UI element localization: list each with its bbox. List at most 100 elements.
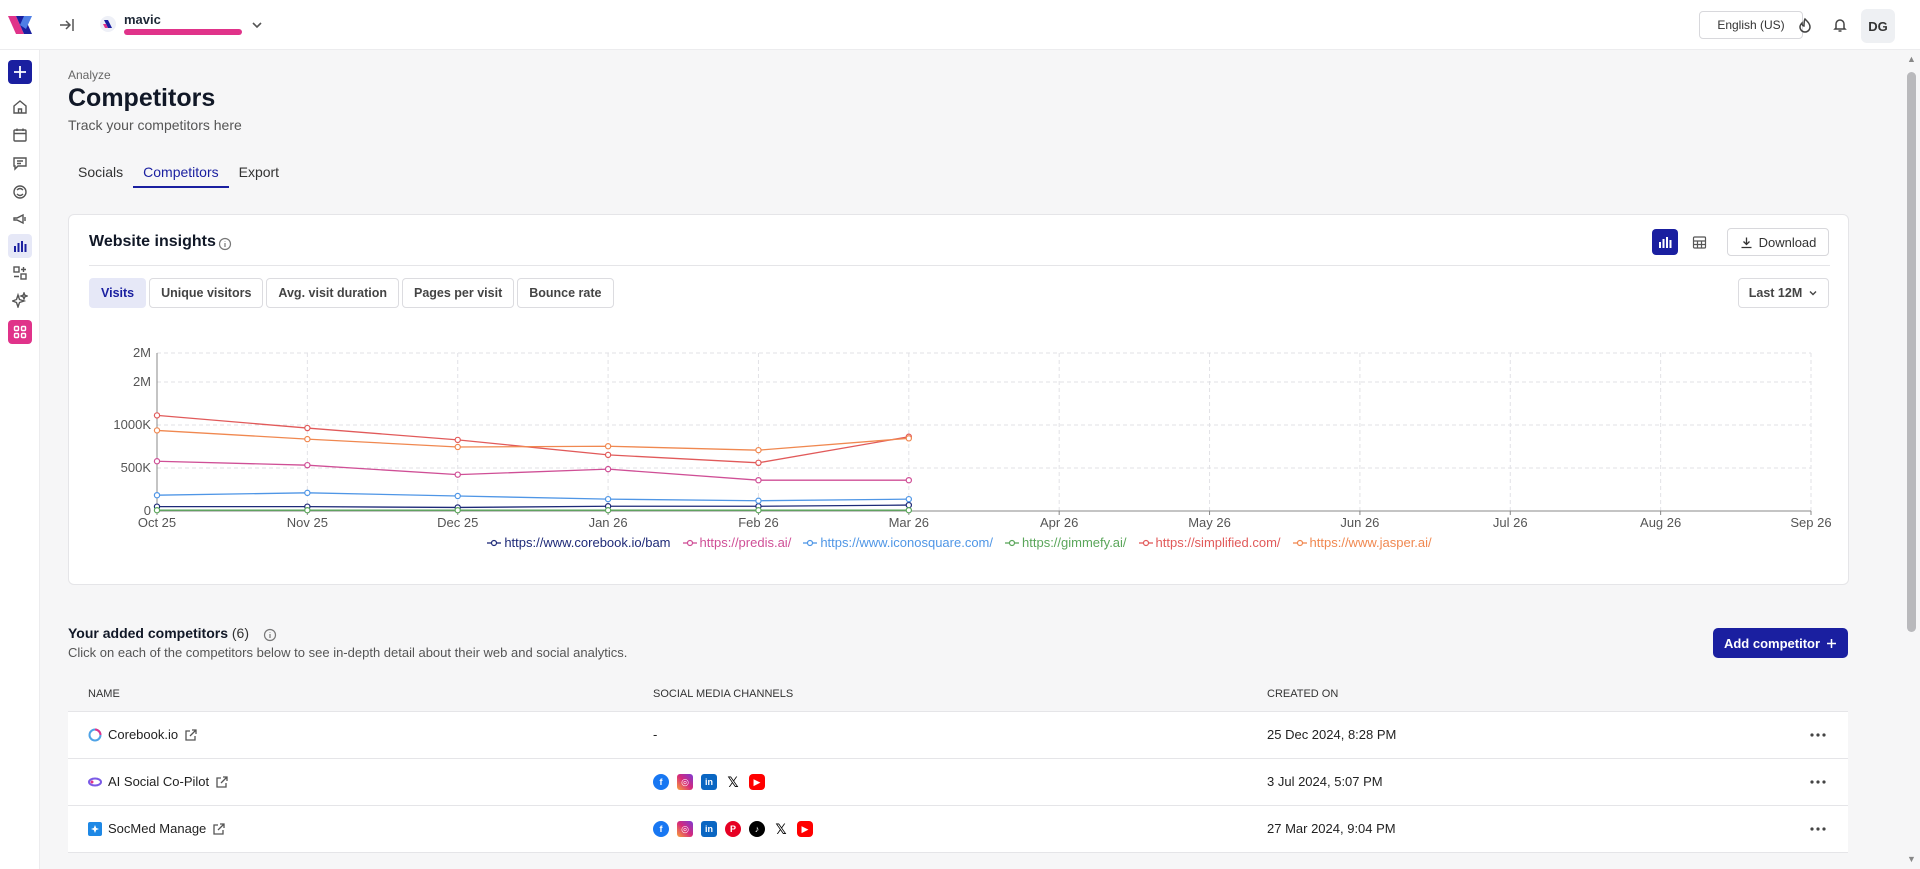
youtube-icon[interactable]: ▶ [797, 821, 813, 837]
ai-sparkle-icon[interactable] [8, 288, 32, 312]
legend-marker-icon [1138, 539, 1153, 546]
instagram-icon[interactable]: ◎ [677, 821, 693, 837]
date-range-dropdown[interactable]: Last 12M [1738, 278, 1829, 308]
data-point [905, 495, 913, 503]
chevron-down-icon[interactable] [250, 18, 264, 32]
more-options-icon[interactable] [1808, 773, 1828, 791]
info-icon[interactable] [218, 237, 232, 251]
collapse-sidebar-icon[interactable] [58, 16, 76, 34]
page-scrollbar[interactable]: ▲ ▼ [1903, 50, 1920, 869]
series-line [156, 429, 909, 451]
table-row[interactable]: Corebook.io - 25 Dec 2024, 8:28 PM [68, 712, 1848, 759]
more-options-icon[interactable] [1808, 820, 1828, 838]
y-tick-label: 2M [133, 345, 151, 360]
breadcrumb[interactable]: Analyze [68, 68, 111, 82]
notification-bell-icon[interactable] [1830, 15, 1850, 35]
metric-visits[interactable]: Visits [89, 278, 147, 308]
chevron-down-icon [1809, 291, 1817, 296]
info-icon[interactable] [263, 628, 277, 642]
metric-avg-visit-duration[interactable]: Avg. visit duration [266, 278, 399, 308]
table-row[interactable]: SocMed Manage f ◎ in P ♪ 𝕏 ▶ 27 Mar 2024… [68, 806, 1848, 853]
scroll-up-icon[interactable]: ▲ [1907, 54, 1916, 64]
scroll-down-icon[interactable]: ▼ [1907, 854, 1916, 864]
language-selector[interactable]: English (US) [1699, 11, 1803, 39]
table-view-button[interactable] [1686, 229, 1712, 255]
campaigns-icon[interactable] [8, 207, 32, 231]
workspace-name[interactable]: mavic [124, 12, 161, 27]
pinterest-icon[interactable]: P [725, 821, 741, 837]
data-point [905, 501, 913, 509]
listening-icon[interactable] [8, 180, 32, 204]
tab-export[interactable]: Export [229, 160, 289, 188]
external-link-icon[interactable] [215, 775, 229, 789]
data-point [604, 507, 612, 514]
external-link-icon[interactable] [184, 728, 198, 742]
tab-socials[interactable]: Socials [68, 160, 133, 188]
column-header-created[interactable]: Created on [1267, 688, 1338, 700]
external-link-icon[interactable] [212, 822, 226, 836]
data-point [755, 459, 762, 467]
facebook-icon[interactable]: f [653, 774, 669, 790]
add-competitor-button[interactable]: Add competitor [1713, 628, 1848, 658]
home-icon[interactable] [8, 95, 32, 119]
data-point [153, 427, 161, 434]
create-new-button[interactable] [8, 60, 32, 84]
competitor-name[interactable]: Corebook.io [108, 727, 178, 742]
metric-unique-visitors[interactable]: Unique visitors [149, 278, 264, 308]
app-logo-icon[interactable] [6, 12, 34, 38]
legend-item[interactable]: https://simplified.com/ [1138, 535, 1281, 550]
data-point [905, 507, 913, 514]
socmed-logo-icon [88, 821, 102, 836]
ai-copilot-logo-icon [88, 777, 102, 786]
legend-item[interactable]: https://www.corebook.io/bam [487, 535, 671, 550]
integrations-icon[interactable] [8, 261, 32, 285]
card-divider [89, 265, 1830, 266]
created-on-cell: 3 Jul 2024, 5:07 PM [1267, 774, 1383, 789]
created-on-cell: 27 Mar 2024, 9:04 PM [1267, 821, 1396, 836]
tiktok-icon[interactable]: ♪ [749, 821, 765, 837]
series-line [156, 414, 909, 464]
analytics-icon[interactable] [8, 234, 32, 258]
legend-marker-icon [682, 539, 697, 546]
metric-pages-per-visit[interactable]: Pages per visit [402, 278, 515, 308]
streak-flame-icon[interactable] [1795, 15, 1815, 35]
x-tick-label: Mar 26 [889, 515, 929, 530]
table-row[interactable]: AI Social Co-Pilot f ◎ in 𝕏 ▶ 3 Jul 2024… [68, 759, 1848, 806]
facebook-icon[interactable]: f [653, 821, 669, 837]
competitors-subtitle: Click on each of the competitors below t… [68, 645, 628, 660]
x-tick-label: Apr 26 [1040, 515, 1078, 530]
apps-grid-icon[interactable] [8, 320, 32, 344]
column-header-name[interactable]: Name [88, 688, 120, 700]
user-avatar[interactable]: DG [1861, 9, 1895, 43]
chart-view-button[interactable] [1652, 229, 1678, 255]
x-icon[interactable]: 𝕏 [725, 774, 741, 790]
legend-item[interactable]: https://predis.ai/ [682, 535, 791, 550]
competitor-name[interactable]: SocMed Manage [108, 821, 206, 836]
x-icon[interactable]: 𝕏 [773, 821, 789, 837]
download-button[interactable]: Download [1727, 228, 1829, 256]
legend-label: https://www.iconosquare.com/ [820, 535, 994, 550]
competitor-name[interactable]: AI Social Co-Pilot [108, 774, 209, 789]
competitors-title: Your added competitors [68, 625, 228, 641]
linkedin-icon[interactable]: in [701, 821, 717, 837]
scrollbar-thumb[interactable] [1907, 72, 1916, 632]
linkedin-icon[interactable]: in [701, 774, 717, 790]
instagram-icon[interactable]: ◎ [677, 774, 693, 790]
metric-bounce-rate[interactable]: Bounce rate [517, 278, 614, 308]
tab-competitors[interactable]: Competitors [133, 160, 229, 188]
data-point [454, 436, 461, 444]
legend-item[interactable]: https://www.iconosquare.com/ [803, 535, 993, 550]
x-tick-label: Jan 26 [589, 515, 628, 530]
data-point [604, 465, 612, 473]
x-tick-label: Aug 26 [1640, 515, 1681, 530]
legend-item[interactable]: https://gimmefy.ai/ [1005, 535, 1127, 550]
legend-item[interactable]: https://www.jasper.ai/ [1292, 535, 1432, 550]
messages-icon[interactable] [8, 151, 32, 175]
more-options-icon[interactable] [1808, 726, 1828, 744]
competitors-section-title: Your added competitors (6) [68, 625, 249, 641]
calendar-icon[interactable] [8, 123, 32, 147]
x-tick-label: Dec 25 [437, 515, 478, 530]
youtube-icon[interactable]: ▶ [749, 774, 765, 790]
tab-bar: Socials Competitors Export [68, 160, 289, 190]
data-point [755, 507, 762, 514]
